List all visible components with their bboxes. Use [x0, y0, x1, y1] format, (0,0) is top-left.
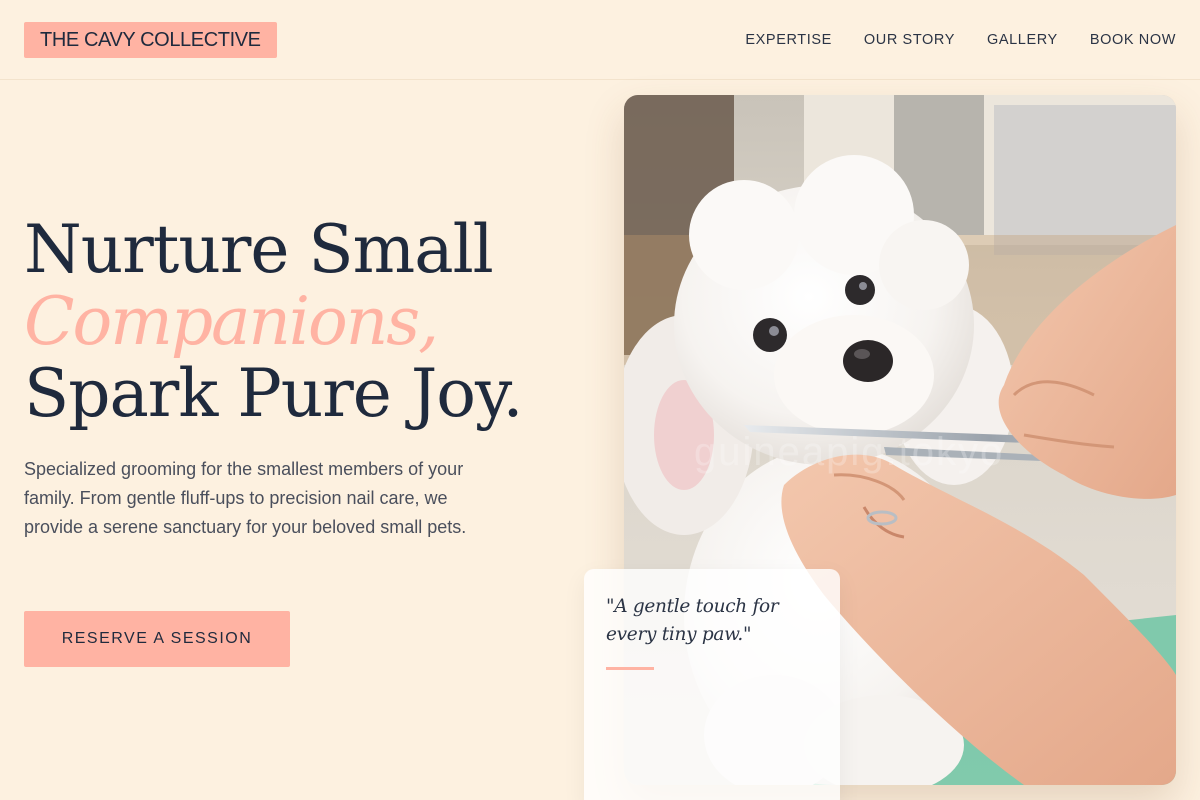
site-header: THE CAVY COLLECTIVE EXPERTISE OUR STORY …	[0, 0, 1200, 80]
hero-description: Specialized grooming for the smallest me…	[24, 459, 467, 537]
headline-line-1: Nurture Small	[24, 211, 494, 288]
headline-line-2: Companions,	[24, 283, 439, 360]
quote-card: "A gentle touch for every tiny paw."	[584, 569, 840, 800]
hero-headline: Nurture Small Companions, Spark Pure Joy…	[24, 214, 584, 430]
photo-watermark: guineapig.tokyo	[694, 430, 1004, 474]
nav-expertise[interactable]: EXPERTISE	[745, 30, 832, 50]
reserve-session-button[interactable]: RESERVE A SESSION	[24, 611, 290, 667]
quote-divider	[606, 667, 654, 670]
logo[interactable]: THE CAVY COLLECTIVE	[24, 22, 277, 58]
main-nav: EXPERTISE OUR STORY GALLERY BOOK NOW	[745, 30, 1176, 50]
quote-text: "A gentle touch for every tiny paw."	[606, 596, 779, 645]
nav-book-now[interactable]: BOOK NOW	[1090, 30, 1176, 50]
nav-our-story[interactable]: OUR STORY	[864, 30, 955, 50]
headline-line-3: Spark Pure Joy.	[24, 355, 524, 432]
nav-gallery[interactable]: GALLERY	[987, 30, 1058, 50]
